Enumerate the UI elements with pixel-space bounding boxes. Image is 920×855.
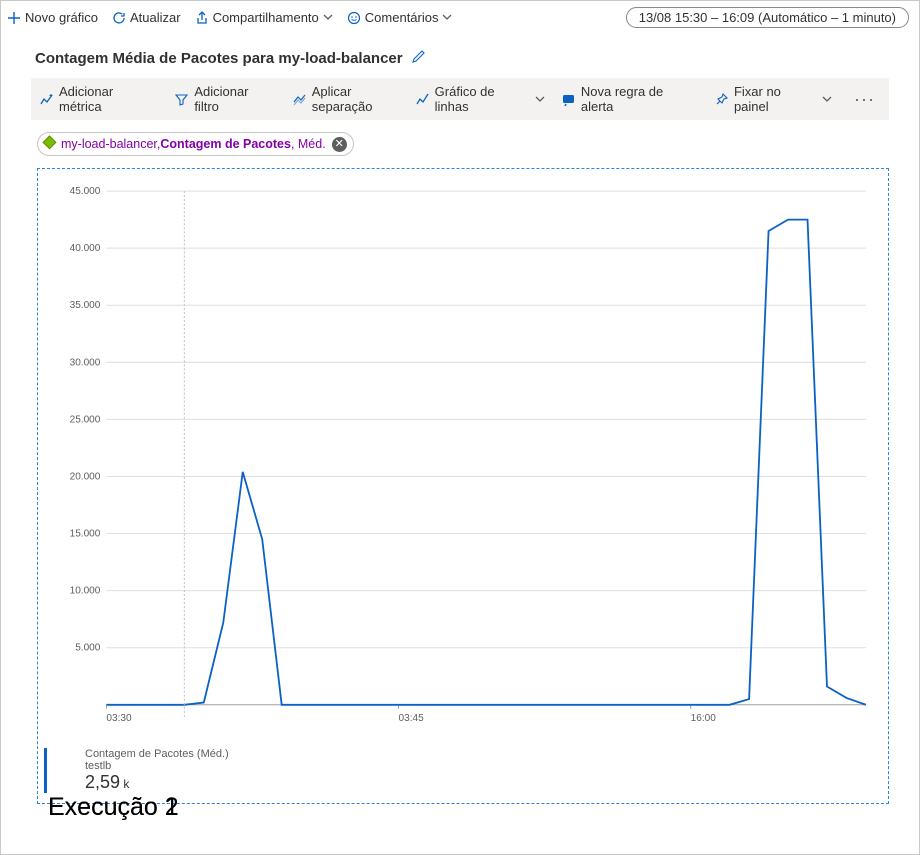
pin-icon	[714, 92, 729, 107]
annotation-run2: Execução 2	[48, 793, 179, 822]
svg-text:15.000: 15.000	[70, 529, 101, 540]
split-icon	[292, 92, 307, 107]
add-metric-button[interactable]: Adicionar métrica	[39, 84, 158, 114]
share-button[interactable]: Compartilhamento	[195, 10, 333, 25]
svg-text:03:45: 03:45	[399, 713, 425, 724]
metric-icon	[39, 92, 54, 107]
refresh-label: Atualizar	[130, 10, 181, 25]
svg-text:10.000: 10.000	[70, 586, 101, 597]
comments-button[interactable]: Comentários	[347, 10, 453, 25]
smile-icon	[347, 11, 361, 25]
comments-label: Comentários	[365, 10, 439, 25]
svg-text:16:00: 16:00	[691, 713, 717, 724]
new-chart-label: Novo gráfico	[25, 10, 98, 25]
svg-text:03:30: 03:30	[106, 713, 132, 724]
svg-text:5.000: 5.000	[75, 643, 101, 654]
chart-panel: 5.000 10.000 15.000 20.000 25.000 30.000 35.00…	[37, 168, 889, 804]
chip-metric: Contagem de Pacotes	[160, 137, 291, 151]
chart-toolbar: Adicionar métrica Adicionar filtro Aplic…	[31, 78, 889, 120]
time-range-pill[interactable]: 13/08 15:30 – 16:09 (Automático – 1 minu…	[626, 7, 909, 28]
chip-row: my-load-balancer, Contagem de Pacotes , …	[1, 120, 919, 162]
chevron-down-icon	[822, 92, 832, 107]
ellipsis-icon: ···	[854, 89, 875, 110]
legend: Contagem de Pacotes (Méd.) testlb 2,59 k	[44, 748, 244, 793]
svg-text:35.000: 35.000	[70, 300, 101, 311]
pencil-icon	[411, 51, 426, 68]
new-alert-button[interactable]: Nova regra de alerta	[561, 84, 698, 114]
svg-text:30.000: 30.000	[70, 357, 101, 368]
add-metric-label: Adicionar métrica	[59, 84, 158, 114]
line-chart[interactable]: 5.000 10.000 15.000 20.000 25.000 30.000 35.00…	[48, 181, 874, 740]
chart-type-button[interactable]: Gráfico de linhas	[415, 84, 545, 114]
chip-resource: my-load-balancer,	[61, 137, 160, 151]
more-button[interactable]: ···	[848, 89, 881, 110]
chevron-down-icon	[323, 10, 333, 25]
resource-icon	[42, 135, 57, 153]
apply-split-button[interactable]: Aplicar separação	[292, 84, 415, 114]
chart-type-label: Gráfico de linhas	[435, 84, 531, 114]
apply-split-label: Aplicar separação	[312, 84, 415, 114]
refresh-icon	[112, 11, 126, 25]
legend-value: 2,59 k	[85, 772, 244, 793]
share-icon	[195, 11, 209, 25]
chip-agg: , Méd.	[291, 137, 326, 151]
pin-button[interactable]: Fixar no painel	[714, 84, 832, 114]
pin-label: Fixar no painel	[734, 84, 818, 114]
svg-text:20.000: 20.000	[70, 471, 101, 482]
chip-remove-button[interactable]: ✕	[332, 137, 347, 152]
filter-icon	[174, 92, 189, 107]
share-label: Compartilhamento	[213, 10, 319, 25]
time-range-label: 13/08 15:30 – 16:09 (Automático – 1 minu…	[639, 10, 896, 25]
page-title: Contagem Média de Pacotes para my-load-b…	[35, 50, 403, 67]
page-title-row: Contagem Média de Pacotes para my-load-b…	[1, 35, 919, 78]
plus-icon	[7, 11, 21, 25]
svg-text:40.000: 40.000	[70, 243, 101, 254]
line-chart-icon	[415, 92, 430, 107]
legend-metric: Contagem de Pacotes (Méd.)	[85, 748, 244, 760]
new-chart-button[interactable]: Novo gráfico	[7, 10, 98, 25]
svg-text:25.000: 25.000	[70, 414, 101, 425]
new-alert-label: Nova regra de alerta	[581, 84, 698, 114]
close-icon: ✕	[335, 138, 344, 150]
refresh-button[interactable]: Atualizar	[112, 10, 181, 25]
chevron-down-icon	[442, 10, 452, 25]
chevron-down-icon	[535, 92, 545, 107]
annotation-run1: Execução 1	[48, 793, 179, 822]
alert-icon	[561, 92, 576, 107]
edit-title-button[interactable]	[411, 49, 426, 68]
command-bar: Novo gráfico Atualizar Compartilhamento …	[1, 1, 919, 35]
add-filter-button[interactable]: Adicionar filtro	[174, 84, 275, 114]
svg-text:45.000: 45.000	[70, 186, 101, 197]
metric-chip[interactable]: my-load-balancer, Contagem de Pacotes , …	[37, 132, 354, 156]
legend-resource: testlb	[85, 760, 244, 772]
add-filter-label: Adicionar filtro	[194, 84, 275, 114]
